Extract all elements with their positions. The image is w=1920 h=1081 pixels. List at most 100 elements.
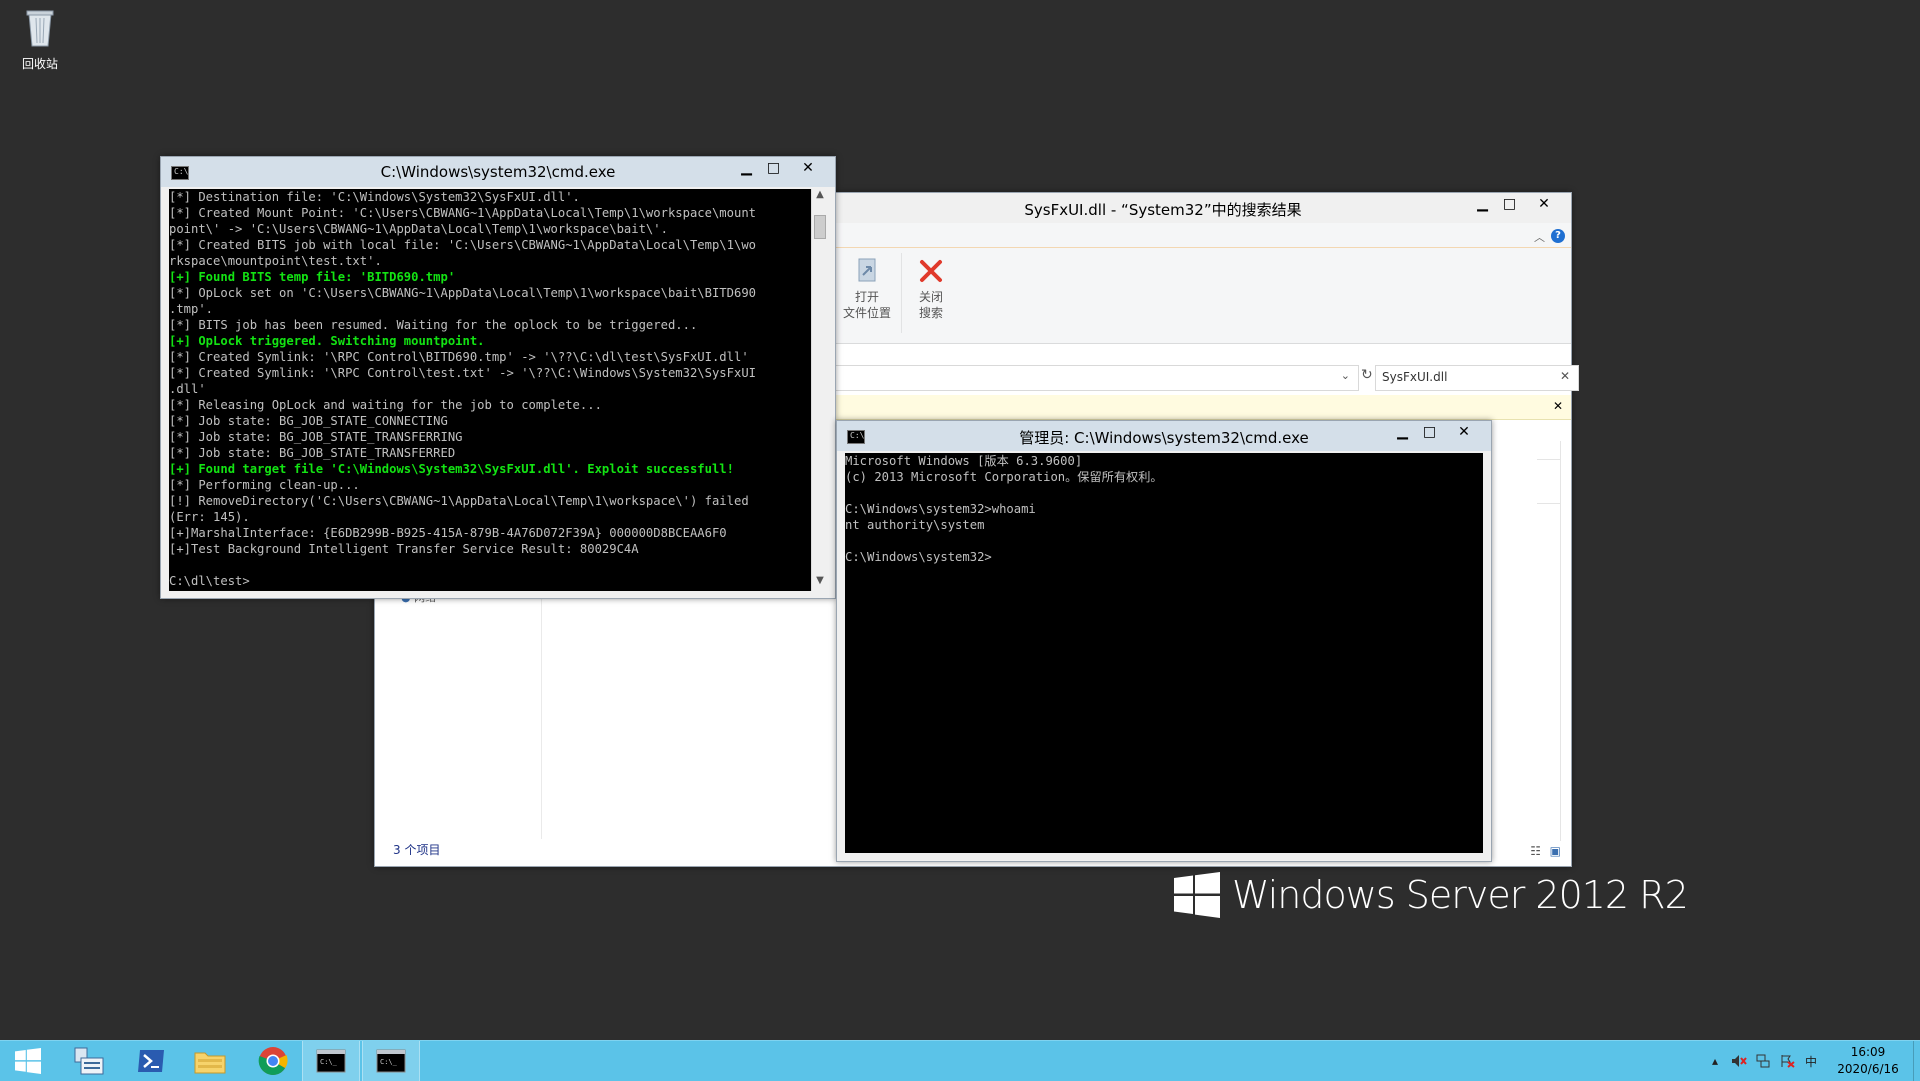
- open-file-location-button[interactable]: 打开 文件位置: [841, 255, 893, 321]
- clock[interactable]: 16:09 2020/6/16: [1823, 1044, 1913, 1078]
- minimize-button[interactable]: ▁: [1469, 194, 1496, 214]
- console-line: C:\Windows\system32>whoami: [845, 502, 1036, 516]
- console-line: .tmp'.: [169, 302, 214, 316]
- chrome-icon: [258, 1047, 288, 1075]
- close-search-button[interactable]: 关闭 搜索: [905, 255, 957, 321]
- close-button[interactable]: ✕: [787, 158, 829, 178]
- ime-indicator[interactable]: 中: [1802, 1052, 1820, 1070]
- window-controls: ▁ □ ✕: [1389, 422, 1485, 442]
- close-button[interactable]: ✕: [1443, 422, 1485, 442]
- scroll-up-icon[interactable]: ▲: [812, 189, 828, 205]
- show-desktop-button[interactable]: [1913, 1041, 1920, 1081]
- chevron-down-icon[interactable]: ⌄: [1341, 369, 1350, 382]
- taskbar-powershell[interactable]: [122, 1041, 180, 1081]
- cmd-left-title-bar[interactable]: C:\ C:\Windows\system32\cmd.exe ▁ □ ✕: [161, 157, 835, 187]
- windows-logo-icon: [1174, 872, 1220, 918]
- open-file-location-label-1: 打开: [854, 290, 879, 304]
- console-line: [*] Created Symlink: '\RPC Control\BITD6…: [169, 350, 749, 364]
- refresh-icon[interactable]: ↻: [1361, 367, 1373, 383]
- console-line: .dll': [169, 382, 206, 396]
- volume-muted-icon[interactable]: [1730, 1052, 1748, 1070]
- console-line: [+]MarshalInterface: {E6DB299B-B925-415A…: [169, 526, 727, 540]
- details-pane-divider: [1560, 441, 1561, 841]
- console-line: [*] Created Symlink: '\RPC Control\test.…: [169, 366, 756, 380]
- show-hidden-icons-icon[interactable]: ▴: [1706, 1052, 1724, 1070]
- system-tray: ▴ 中 16:09 2020/6/16: [1703, 1041, 1920, 1081]
- clear-search-icon[interactable]: ✕: [1560, 369, 1570, 383]
- console-line: [*] OpLock set on 'C:\Users\CBWANG~1\App…: [169, 286, 756, 300]
- large-icons-view-icon[interactable]: ▣: [1550, 844, 1561, 858]
- recycle-bin-icon: [26, 10, 54, 47]
- console-line: point\' -> 'C:\Users\CBWANG~1\AppData\Lo…: [169, 222, 668, 236]
- desktop-icon-recycle-bin[interactable]: 回收站: [14, 8, 66, 72]
- console-line: [*] Job state: BG_JOB_STATE_TRANSFERRING: [169, 430, 463, 444]
- console-line: [+] Found target file 'C:\Windows\System…: [169, 462, 734, 476]
- desktop-icon-label: 回收站: [21, 57, 58, 71]
- cmd-left-output[interactable]: [*] Destination file: 'C:\Windows\System…: [169, 189, 811, 591]
- close-button[interactable]: ✕: [1523, 194, 1565, 214]
- console-line: [+] OpLock triggered. Switching mountpoi…: [169, 334, 485, 348]
- address-bar[interactable]: ⌄: [835, 365, 1359, 391]
- action-center-flag-icon[interactable]: [1778, 1052, 1796, 1070]
- console-line: C:\dl\test>: [169, 574, 250, 588]
- maximize-button[interactable]: □: [1416, 422, 1443, 442]
- console-line: (Err: 145).: [169, 510, 250, 524]
- console-line: (c) 2013 Microsoft Corporation。保留所有权利。: [845, 470, 1163, 484]
- os-watermark-text: Windows Server 2012 R2: [1232, 873, 1689, 917]
- server-manager-icon: [74, 1047, 104, 1075]
- console-icon: C:\_: [316, 1049, 346, 1073]
- search-input[interactable]: SysFxUI.dll ✕: [1375, 365, 1579, 391]
- cmd-window-right[interactable]: C:\ 管理员: C:\Windows\system32\cmd.exe ▁ □…: [836, 420, 1492, 862]
- cmd-right-output[interactable]: Microsoft Windows [版本 6.3.9600] (c) 2013 …: [845, 453, 1483, 853]
- console-line: [*] Created Mount Point: 'C:\Users\CBWAN…: [169, 206, 756, 220]
- cmd-right-title-bar[interactable]: C:\ 管理员: C:\Windows\system32\cmd.exe ▁ □…: [837, 421, 1491, 451]
- ribbon-collapse-icon[interactable]: ︿: [1534, 229, 1545, 245]
- svg-text:C:\_: C:\_: [320, 1058, 338, 1066]
- console-line: [+]Test Background Intelligent Transfer …: [169, 542, 639, 556]
- taskbar-chrome[interactable]: [244, 1041, 302, 1081]
- open-file-location-label-2: 文件位置: [842, 306, 891, 320]
- console-line: rkspace\mountpoint\test.txt'.: [169, 254, 382, 268]
- console-line: [+] Found BITS temp file: 'BITD690.tmp': [169, 270, 456, 284]
- minimize-button[interactable]: ▁: [733, 158, 760, 178]
- search-input-value: SysFxUI.dll: [1382, 370, 1448, 384]
- taskbar: C:\_ C:\_ ▴ 中 16:09 2020/6/16: [0, 1040, 1920, 1081]
- console-line: [*] Job state: BG_JOB_STATE_CONNECTING: [169, 414, 448, 428]
- network-icon[interactable]: [1754, 1052, 1772, 1070]
- maximize-button[interactable]: □: [760, 158, 787, 178]
- cmd-left-scrollbar[interactable]: ▲ ▼: [811, 189, 828, 591]
- windows-logo-icon: [15, 1048, 41, 1074]
- console-line: [!] RemoveDirectory('C:\Users\CBWANG~1\A…: [169, 494, 749, 508]
- svg-text:C:\_: C:\_: [380, 1058, 398, 1066]
- help-icon[interactable]: ?: [1551, 229, 1565, 243]
- taskbar-cmd-2[interactable]: C:\_: [362, 1041, 420, 1081]
- console-line: Microsoft Windows [版本 6.3.9600]: [845, 454, 1083, 468]
- minimize-button[interactable]: ▁: [1389, 422, 1416, 442]
- details-line: [1537, 503, 1561, 504]
- console-line: [*] Destination file: 'C:\Windows\System…: [169, 190, 580, 204]
- details-view-icon[interactable]: ☷: [1530, 844, 1541, 858]
- start-button[interactable]: [0, 1041, 56, 1081]
- explorer-title: SysFxUI.dll - “System32”中的搜索结果: [1024, 201, 1302, 219]
- folder-icon: [194, 1052, 226, 1074]
- cmd-window-left[interactable]: C:\ C:\Windows\system32\cmd.exe ▁ □ ✕ [*…: [160, 156, 836, 599]
- window-controls: ▁ □ ✕: [733, 158, 829, 178]
- console-line: C:\Windows\system32>: [845, 550, 992, 564]
- scroll-thumb[interactable]: [814, 215, 826, 239]
- taskbar-cmd-1[interactable]: C:\_: [302, 1041, 360, 1081]
- clock-time: 16:09: [1850, 1045, 1886, 1059]
- console-line: [*] Job state: BG_JOB_STATE_TRANSFERRED: [169, 446, 456, 460]
- scroll-down-icon[interactable]: ▼: [812, 575, 828, 591]
- taskbar-server-manager[interactable]: [60, 1041, 118, 1081]
- clock-date: 2020/6/16: [1837, 1062, 1899, 1076]
- taskbar-file-explorer[interactable]: [180, 1041, 240, 1081]
- close-search-label-2: 搜索: [918, 306, 943, 320]
- close-red-x-icon: [905, 255, 957, 287]
- close-info-bar-icon[interactable]: ✕: [1553, 399, 1563, 413]
- maximize-button[interactable]: □: [1496, 194, 1523, 214]
- window-controls: ▁ □ ✕: [1469, 194, 1565, 214]
- details-line: [1537, 459, 1561, 460]
- console-icon: C:\_: [376, 1049, 406, 1073]
